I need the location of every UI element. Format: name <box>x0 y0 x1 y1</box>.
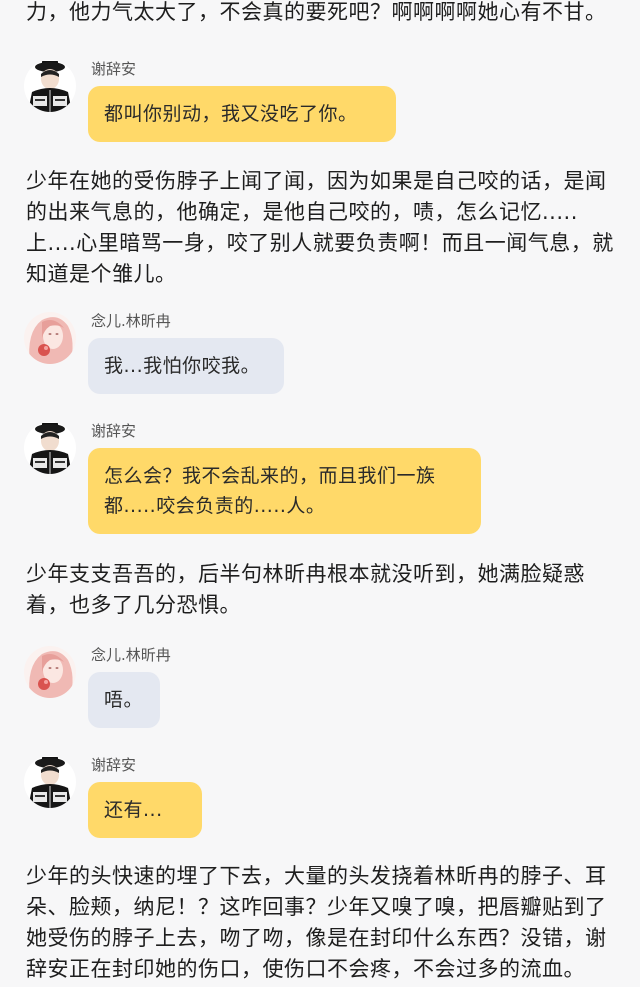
message-bubble[interactable]: 怎么会？我不会乱来的，而且我们一族都.....咬会负责的.....人。 <box>88 448 481 534</box>
chat-message-boy: 谢辞安 还有... <box>24 756 620 846</box>
narration-paragraph: 少年支支吾吾的，后半句林昕冉根本就没听到，她满脸疑惑着，也多了几分恐惧。 <box>26 562 585 617</box>
chat-message-girl: 念儿.林昕冉 唔。 <box>24 646 620 736</box>
sender-name: 念儿.林昕冉 <box>91 312 171 330</box>
boy-avatar-icon[interactable] <box>24 60 76 112</box>
chat-message-boy: 谢辞安 怎么会？我不会乱来的，而且我们一族都.....咬会负责的.....人。 <box>24 422 620 542</box>
sender-name: 谢辞安 <box>91 60 137 78</box>
chat-message-girl: 念儿.林昕冉 我...我怕你咬我。 <box>24 312 620 402</box>
chat-message-boy: 谢辞安 都叫你别动，我又没吃了你。 <box>24 60 620 150</box>
girl-avatar-icon[interactable] <box>24 312 76 364</box>
message-bubble[interactable]: 我...我怕你咬我。 <box>88 338 284 394</box>
sender-name: 谢辞安 <box>91 422 137 440</box>
message-bubble[interactable]: 还有... <box>88 782 202 838</box>
sender-name: 念儿.林昕冉 <box>91 646 171 664</box>
narration-paragraph: 少年的头快速的埋了下去，大量的头发挠着林昕冉的脖子、耳朵、脸颊，纳尼！？这咋回事… <box>26 864 607 981</box>
boy-avatar-icon[interactable] <box>24 756 76 808</box>
narration-paragraph: 少年在她的受伤脖子上闻了闻，因为如果是自己咬的话，是闻的出来气息的，他确定，是他… <box>26 169 614 286</box>
girl-avatar-icon[interactable] <box>24 646 76 698</box>
narration-paragraph: 力，他力气太大了，不会真的要死吧？啊啊啊啊她心有不甘。 <box>26 0 607 24</box>
message-bubble[interactable]: 唔。 <box>88 672 160 728</box>
boy-avatar-icon[interactable] <box>24 422 76 474</box>
message-bubble[interactable]: 都叫你别动，我又没吃了你。 <box>88 86 396 142</box>
sender-name: 谢辞安 <box>91 756 137 774</box>
